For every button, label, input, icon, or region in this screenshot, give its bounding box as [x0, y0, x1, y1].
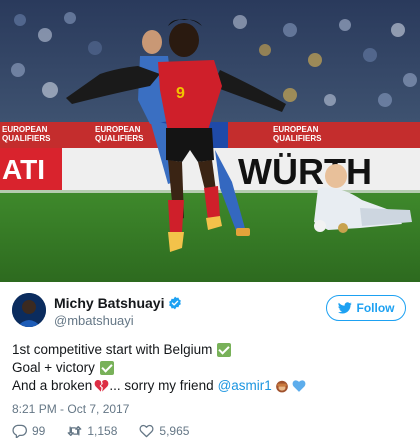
like-count: 5,965 — [159, 424, 190, 438]
tweet-line-3-after: ... sorry my friend — [109, 378, 214, 393]
verified-badge-icon — [169, 296, 182, 310]
tweet-line-1-text: 1st competitive start with Belgium — [12, 342, 213, 357]
tweet-line-2-text: Goal + victory — [12, 360, 95, 375]
banner-right-text: EUROPEAN QUALIFIERS — [273, 125, 322, 143]
ad-right-text: WÜRTH — [238, 151, 372, 192]
tweet-actions: 99 1,158 5,965 — [12, 424, 211, 438]
check-mark-icon — [99, 361, 114, 375]
tweet-line-3-before: And a broken — [12, 378, 93, 393]
jersey-number: 9 — [176, 85, 185, 102]
reply-action[interactable]: 99 — [12, 424, 45, 438]
blue-heart-icon — [292, 380, 306, 392]
display-name[interactable]: Michy Batshuayi — [54, 295, 164, 311]
twitter-bird-icon — [337, 302, 352, 314]
ad-left-text: ATI — [2, 154, 45, 185]
tweet-line-2: Goal + victory — [12, 359, 306, 377]
tweet-text: 1st competitive start with Belgium Goal … — [12, 341, 306, 395]
reply-icon — [12, 424, 27, 438]
match-photo[interactable]: EUROPEAN QUALIFIERS EUROPEAN QUALIFIERS EU… — [0, 0, 420, 282]
check-mark-icon — [217, 343, 232, 357]
author-name-row[interactable]: Michy Batshuayi — [54, 295, 182, 311]
tweet-timestamp[interactable]: 8:21 PM - Oct 7, 2017 — [12, 402, 129, 416]
retweet-action[interactable]: 1,158 — [67, 424, 117, 438]
like-action[interactable]: 5,965 — [139, 424, 189, 438]
author-handle[interactable]: @mbatshuayi — [54, 313, 134, 328]
banner-left-text: EUROPEAN QUALIFIERS — [2, 125, 51, 143]
see-no-evil-monkey-icon — [275, 380, 288, 393]
profile-avatar[interactable] — [12, 293, 46, 327]
retweet-count: 1,158 — [87, 424, 118, 438]
tweet-line-3: And a broken ... sorry my friend @asmir1 — [12, 377, 306, 395]
photo-illustration: EUROPEAN QUALIFIERS EUROPEAN QUALIFIERS EU… — [0, 0, 420, 282]
broken-heart-icon — [94, 379, 109, 392]
reply-count: 99 — [32, 424, 46, 438]
retweet-icon — [67, 426, 82, 436]
heart-icon — [139, 424, 154, 438]
tweet-line-1: 1st competitive start with Belgium — [12, 341, 306, 359]
mention-link[interactable]: @asmir1 — [218, 377, 272, 395]
svg-text:EUROPEANQUALIFIERS: EUROPEAN QUALIFIERS — [95, 125, 144, 143]
avatar-image — [12, 293, 46, 327]
follow-button-label: Follow — [356, 301, 395, 315]
follow-button[interactable]: Follow — [326, 295, 406, 321]
